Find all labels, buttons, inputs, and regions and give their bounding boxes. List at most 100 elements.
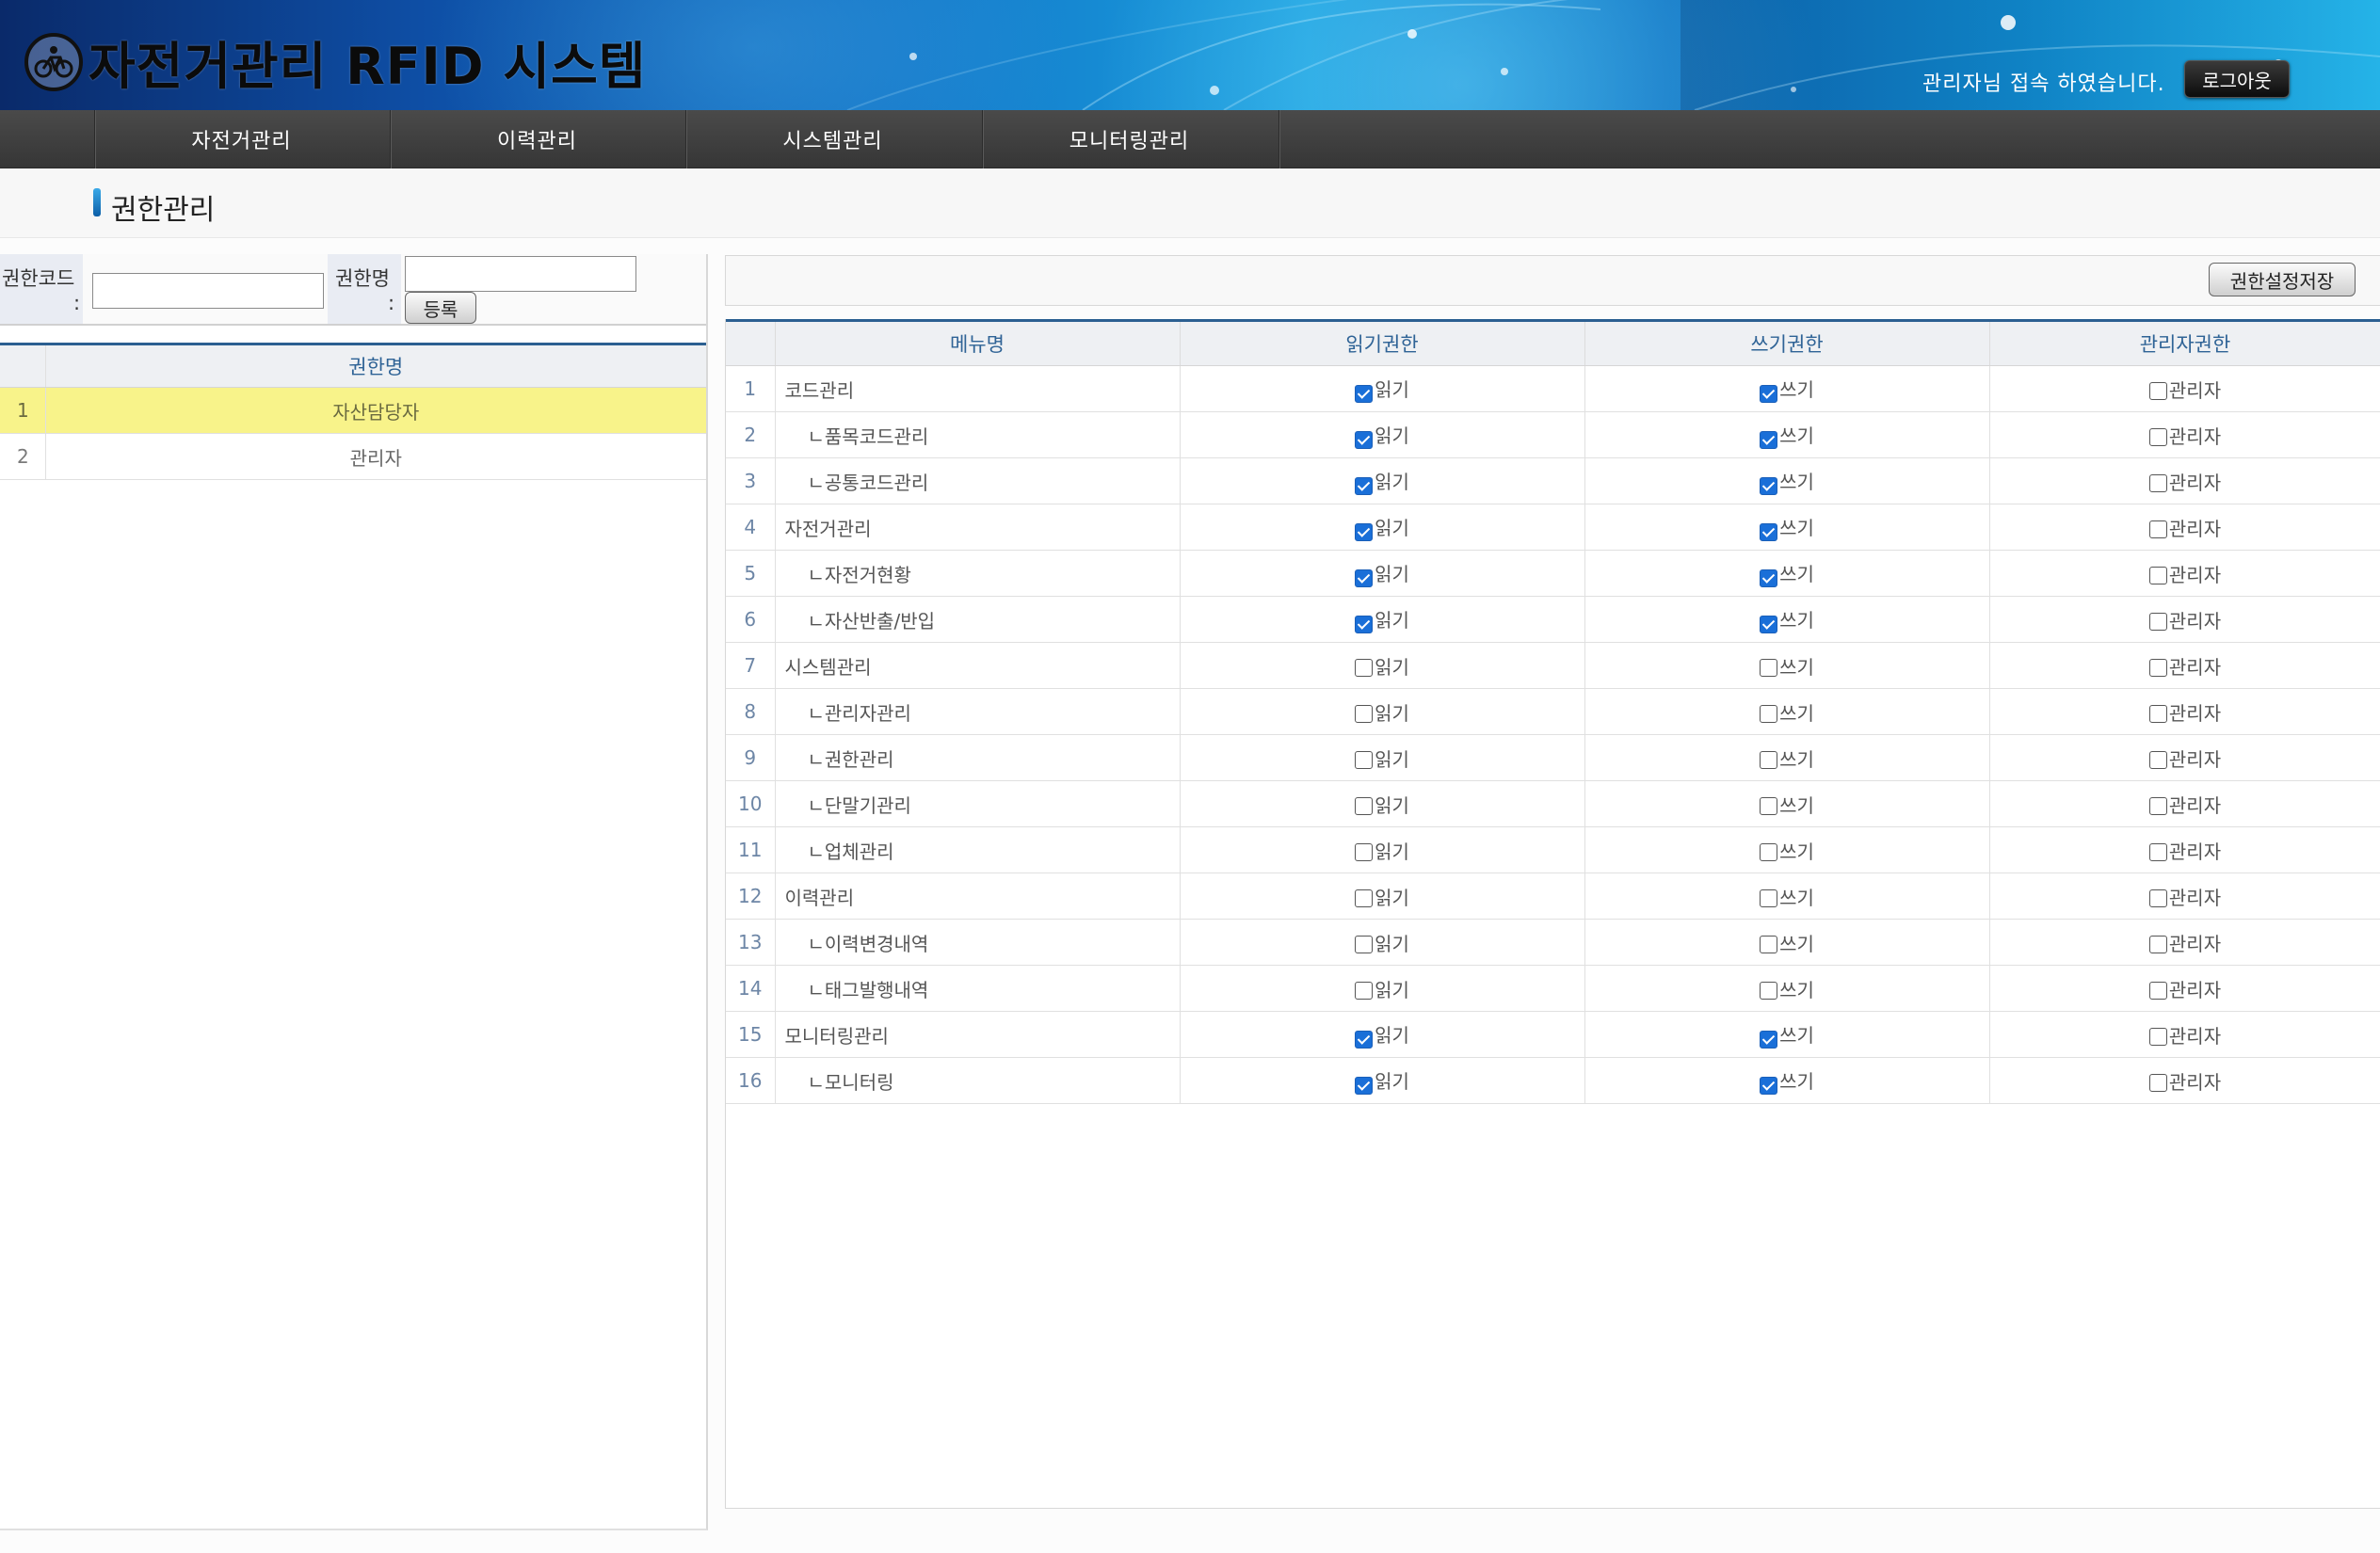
- admin-checkbox[interactable]: [2148, 704, 2167, 723]
- bicycle-icon: [24, 32, 83, 91]
- admin-checkbox[interactable]: [2148, 1027, 2167, 1046]
- write-permission-cell: 쓰기: [1584, 965, 1990, 1012]
- table-row[interactable]: 1 자산담당자: [0, 387, 706, 434]
- write-checkbox-label: 쓰기: [1779, 840, 1814, 863]
- write-checkbox[interactable]: [1760, 796, 1778, 815]
- save-permissions-button[interactable]: 권한설정저장: [2209, 263, 2356, 296]
- admin-checkbox[interactable]: [2148, 1073, 2167, 1092]
- read-checkbox-label: 읽기: [1375, 840, 1409, 863]
- read-checkbox-label: 읽기: [1375, 701, 1409, 725]
- write-checkbox[interactable]: [1760, 430, 1778, 449]
- admin-checkbox[interactable]: [2148, 566, 2167, 584]
- read-checkbox[interactable]: [1355, 935, 1374, 953]
- role-table-body: 1 자산담당자 2 관리자: [0, 387, 706, 480]
- write-checkbox[interactable]: [1760, 889, 1778, 907]
- write-checkbox[interactable]: [1760, 704, 1778, 723]
- read-checkbox[interactable]: [1355, 1030, 1374, 1049]
- admin-checkbox[interactable]: [2148, 427, 2167, 446]
- table-row: 12 이력관리 읽기 쓰기 관리자: [726, 873, 2380, 920]
- admin-checkbox[interactable]: [2148, 981, 2167, 1000]
- admin-checkbox[interactable]: [2148, 520, 2167, 538]
- perm-menu-name: 모니터링관리: [775, 1011, 1181, 1058]
- admin-checkbox-label: 관리자: [2168, 655, 2222, 679]
- write-permission-cell: 쓰기: [1584, 596, 1990, 643]
- read-permission-cell: 읽기: [1180, 365, 1585, 412]
- admin-checkbox[interactable]: [2148, 842, 2167, 861]
- admin-checkbox-label: 관리자: [2168, 886, 2222, 909]
- read-checkbox[interactable]: [1355, 1076, 1374, 1095]
- read-checkbox-label: 읽기: [1375, 471, 1409, 494]
- read-permission-cell: 읽기: [1180, 919, 1585, 966]
- write-checkbox[interactable]: [1760, 1076, 1778, 1095]
- read-permission-cell: 읽기: [1180, 596, 1585, 643]
- write-checkbox[interactable]: [1760, 384, 1778, 403]
- read-checkbox[interactable]: [1355, 981, 1374, 1000]
- admin-checkbox-label: 관리자: [2168, 424, 2222, 448]
- read-checkbox[interactable]: [1355, 430, 1374, 449]
- write-checkbox[interactable]: [1760, 981, 1778, 1000]
- read-checkbox[interactable]: [1355, 842, 1374, 861]
- admin-checkbox[interactable]: [2148, 935, 2167, 953]
- write-checkbox[interactable]: [1760, 935, 1778, 953]
- read-checkbox[interactable]: [1355, 615, 1374, 633]
- role-row-name[interactable]: 관리자: [45, 433, 706, 480]
- admin-checkbox[interactable]: [2148, 750, 2167, 769]
- write-checkbox[interactable]: [1760, 522, 1778, 541]
- read-checkbox-label: 읽기: [1375, 517, 1409, 540]
- read-checkbox-label: 읽기: [1375, 886, 1409, 909]
- admin-permission-cell: 관리자: [1989, 596, 2380, 643]
- perm-row-number: 13: [726, 919, 776, 966]
- read-checkbox[interactable]: [1355, 522, 1374, 541]
- admin-checkbox[interactable]: [2148, 796, 2167, 815]
- read-checkbox[interactable]: [1355, 750, 1374, 769]
- perm-menu-name: ㄴ이력변경내역: [775, 919, 1181, 966]
- write-checkbox[interactable]: [1760, 750, 1778, 769]
- read-permission-cell: 읽기: [1180, 780, 1585, 827]
- table-row[interactable]: 2 관리자: [0, 433, 706, 480]
- read-checkbox[interactable]: [1355, 476, 1374, 495]
- nav-item-history[interactable]: 이력관리: [390, 110, 683, 168]
- role-form: 권한코드 : 권한명 : 등록: [0, 254, 706, 326]
- app-logo[interactable]: 자전거관리 RFID 시스템: [24, 24, 646, 99]
- write-checkbox[interactable]: [1760, 842, 1778, 861]
- read-permission-cell: 읽기: [1180, 734, 1585, 781]
- write-checkbox[interactable]: [1760, 615, 1778, 633]
- write-checkbox-label: 쓰기: [1779, 471, 1814, 494]
- read-checkbox[interactable]: [1355, 384, 1374, 403]
- nav-item-monitoring[interactable]: 모니터링관리: [982, 110, 1276, 168]
- role-row-number: 1: [0, 387, 46, 434]
- admin-checkbox[interactable]: [2148, 473, 2167, 492]
- nav-item-system[interactable]: 시스템관리: [685, 110, 979, 168]
- write-permission-cell: 쓰기: [1584, 504, 1990, 551]
- write-permission-cell: 쓰기: [1584, 457, 1990, 504]
- nav-divider: [1278, 110, 1280, 168]
- write-checkbox[interactable]: [1760, 658, 1778, 677]
- perm-menu-name: ㄴ권한관리: [775, 734, 1181, 781]
- role-name-input[interactable]: [405, 256, 636, 292]
- role-name-header: 권한명: [45, 343, 706, 388]
- read-checkbox[interactable]: [1355, 889, 1374, 907]
- perm-num-header: [726, 319, 776, 366]
- role-row-name[interactable]: 자산담당자: [45, 387, 706, 434]
- logout-button[interactable]: 로그아웃: [2184, 60, 2290, 98]
- read-checkbox[interactable]: [1355, 568, 1374, 587]
- nav-item-bicycle[interactable]: 자전거관리: [94, 110, 388, 168]
- write-checkbox[interactable]: [1760, 1030, 1778, 1049]
- register-button[interactable]: 등록: [405, 292, 476, 324]
- write-checkbox[interactable]: [1760, 568, 1778, 587]
- write-checkbox-label: 쓰기: [1779, 978, 1814, 1001]
- write-permission-cell: 쓰기: [1584, 873, 1990, 920]
- write-checkbox[interactable]: [1760, 476, 1778, 495]
- read-checkbox[interactable]: [1355, 658, 1374, 677]
- admin-checkbox[interactable]: [2148, 658, 2167, 677]
- read-checkbox[interactable]: [1355, 704, 1374, 723]
- login-message: 관리자님 접속 하였습니다.: [1922, 72, 2165, 96]
- admin-checkbox[interactable]: [2148, 381, 2167, 400]
- admin-permission-cell: 관리자: [1989, 873, 2380, 920]
- table-row: 11 ㄴ업체관리 읽기 쓰기 관리자: [726, 826, 2380, 873]
- read-checkbox[interactable]: [1355, 796, 1374, 815]
- write-checkbox-label: 쓰기: [1779, 1070, 1814, 1094]
- role-code-input[interactable]: [92, 273, 324, 309]
- admin-checkbox[interactable]: [2148, 612, 2167, 631]
- admin-checkbox[interactable]: [2148, 889, 2167, 907]
